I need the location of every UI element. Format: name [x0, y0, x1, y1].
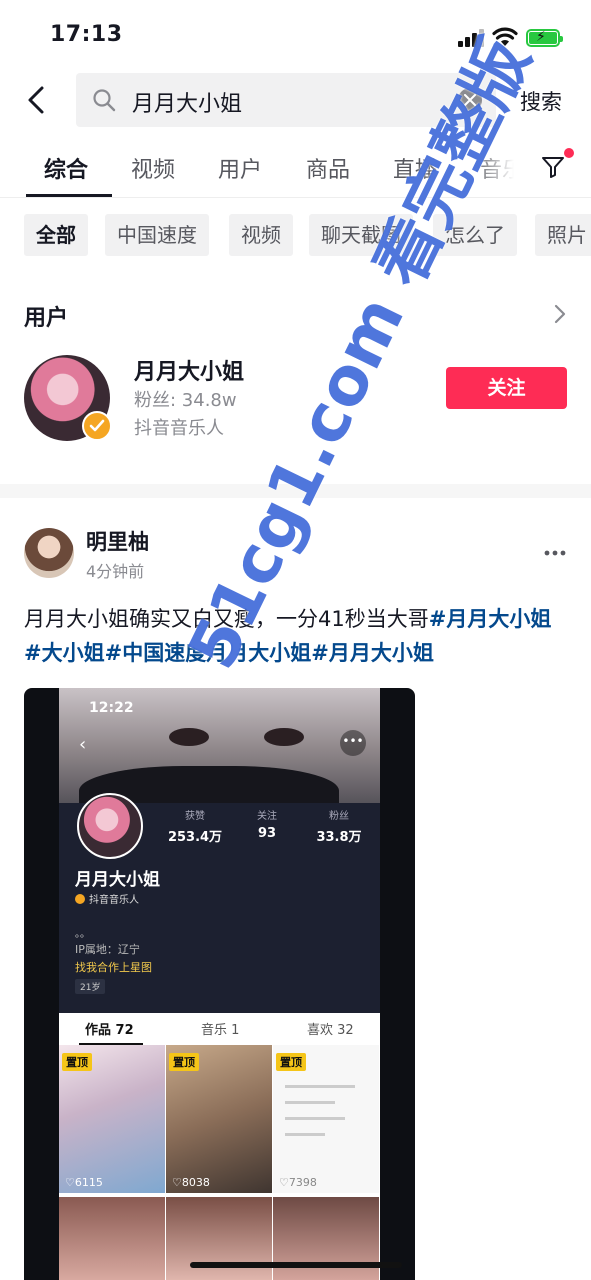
tab-users[interactable]: 用户 [218, 152, 262, 184]
user-fans-count: 粉丝: 34.8w [134, 390, 237, 411]
embedded-tab-works: 作品 72 [85, 1023, 134, 1038]
user-avatar[interactable] [24, 355, 112, 441]
follow-button[interactable]: 关注 [446, 367, 567, 409]
user-name[interactable]: 月月大小姐 [134, 354, 244, 386]
wifi-icon [492, 27, 518, 46]
tab-video[interactable]: 视频 [131, 152, 175, 184]
embedded-profile-card: 获赞 253.4万 关注 93 粉丝 33.8万 月月大小姐 抖音音乐人 。。 … [59, 793, 380, 1013]
notification-dot [564, 148, 574, 158]
chip-chat-screenshot[interactable]: 聊天截图 [309, 214, 413, 256]
chip-all[interactable]: 全部 [24, 214, 88, 256]
embedded-tag: 抖音音乐人 [75, 891, 139, 906]
embedded-status-time: 12:22 [89, 700, 134, 716]
embedded-tabs: 作品 72 音乐 1 喜欢 32 [59, 1013, 380, 1045]
filter-icon[interactable] [540, 154, 566, 180]
caption-text: 月月大小姐确实又白又瘦，一分41秒当大哥 [24, 607, 429, 631]
search-button[interactable]: 搜索 [520, 86, 562, 116]
chip-video[interactable]: 视频 [229, 214, 293, 256]
tab-fade [472, 140, 532, 196]
hashtag[interactable]: #月月大小姐 [429, 607, 552, 631]
chevron-right-icon[interactable] [552, 302, 568, 326]
chip-china-speed[interactable]: 中国速度 [105, 214, 209, 256]
stat-likes: 获赞 253.4万 [167, 811, 223, 845]
more-icon[interactable] [544, 550, 566, 556]
post-image[interactable]: 12:22 ‹ ••• 获赞 253.4万 关注 93 粉丝 33.8万 月月大… [24, 688, 415, 1280]
result-tabs: 综合 视频 用户 商品 直播 音乐 [0, 140, 591, 198]
embedded-tab-likes: 喜欢 32 [307, 1023, 354, 1038]
search-input[interactable]: 月月大小姐 [76, 73, 496, 127]
video-thumb: 置顶 ♡7398 [273, 1045, 379, 1193]
embedded-tab-music: 音乐 1 [201, 1023, 240, 1038]
embedded-age: 21岁 [75, 979, 106, 994]
chip-whats-wrong[interactable]: 怎么了 [433, 214, 517, 256]
hashtag[interactable]: #大小姐 [24, 641, 105, 665]
section-title: 用户 [24, 306, 69, 331]
embedded-link: 找我合作上星图 [75, 961, 152, 974]
embedded-bio: 。。 [75, 929, 90, 940]
post-time: 4分钟前 [86, 562, 145, 581]
embedded-name: 月月大小姐 [75, 870, 160, 890]
status-bar: 17:13 ⚡ [0, 0, 591, 72]
embedded-back-icon: ‹ [79, 734, 87, 755]
tab-comprehensive[interactable]: 综合 [44, 152, 88, 184]
status-time: 17:13 [50, 22, 123, 47]
video-thumb: 置顶 ♡8038 [166, 1045, 272, 1193]
embedded-ip: IP属地：辽宁 [75, 943, 140, 956]
post-author[interactable]: 明里柚 [86, 526, 149, 556]
hashtag[interactable]: #月月大小姐 [311, 641, 434, 665]
battery-icon: ⚡ [526, 29, 563, 47]
filter-chips: 全部 中国速度 视频 聊天截图 怎么了 照片 [24, 214, 591, 258]
chip-photos[interactable]: 照片 [535, 214, 591, 256]
stat-fans: 粉丝 33.8万 [316, 811, 362, 845]
post-card: 明里柚 4分钟前 月月大小姐确实又白又瘦，一分41秒当大哥#月月大小姐#大小姐#… [0, 498, 591, 1280]
tab-live[interactable]: 直播 [393, 152, 437, 184]
tab-products[interactable]: 商品 [306, 152, 350, 184]
verified-badge-icon [82, 411, 112, 441]
video-thumb: 置顶 ♡6115 [59, 1045, 165, 1193]
search-bar-row: 月月大小姐 搜索 [0, 72, 591, 128]
video-thumb [59, 1197, 165, 1280]
embedded-more-icon: ••• [340, 730, 366, 756]
user-tag: 抖音音乐人 [134, 418, 224, 439]
author-avatar[interactable] [24, 528, 74, 578]
active-tab-indicator [26, 194, 112, 197]
embedded-video-grid: 置顶 ♡6115 置顶 ♡8038 置顶 ♡7398 [59, 1045, 380, 1280]
back-button[interactable] [22, 84, 54, 116]
stat-following: 关注 93 [257, 811, 277, 841]
signal-icon [458, 29, 484, 47]
embedded-avatar [77, 793, 143, 859]
hashtag[interactable]: #中国速度月月大小姐 [105, 641, 312, 665]
embedded-profile-screenshot: 12:22 ‹ ••• 获赞 253.4万 关注 93 粉丝 33.8万 月月大… [59, 688, 380, 1280]
user-result-section: 用户 月月大小姐 粉丝: 34.8w 抖音音乐人 关注 [0, 280, 591, 480]
clear-icon[interactable] [458, 88, 482, 112]
home-indicator [190, 1262, 402, 1268]
search-query-text: 月月大小姐 [132, 92, 243, 117]
section-divider [0, 484, 591, 498]
post-caption: 月月大小姐确实又白又瘦，一分41秒当大哥#月月大小姐#大小姐#中国速度月月大小姐… [24, 602, 564, 670]
search-icon [93, 89, 116, 112]
